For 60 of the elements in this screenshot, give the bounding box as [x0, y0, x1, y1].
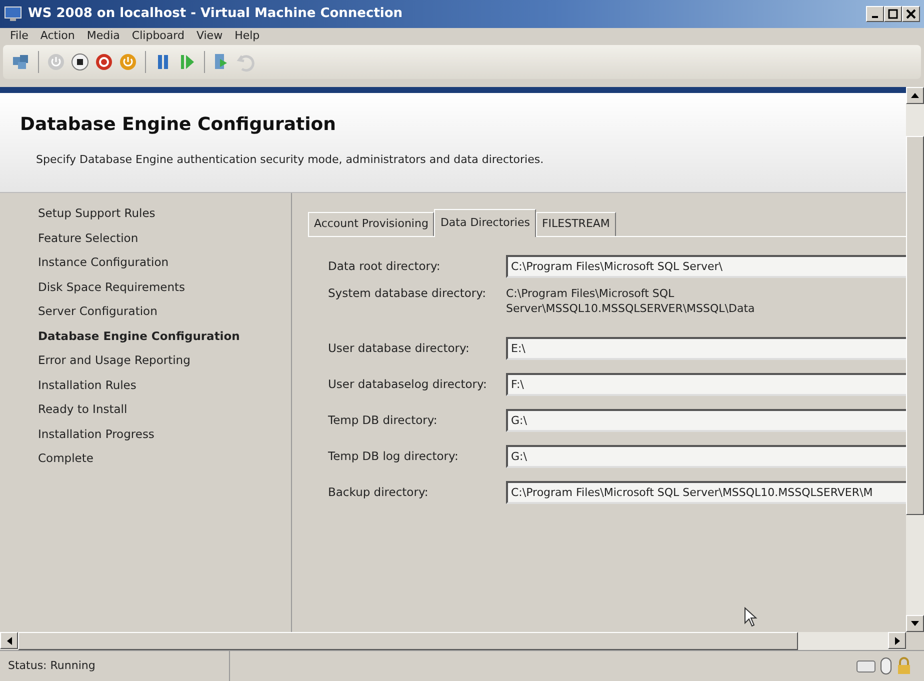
input-field[interactable]: C:\Program Files\Microsoft SQL Server\ — [506, 255, 906, 278]
right-arrow-icon — [894, 636, 900, 644]
step-link[interactable]: Complete — [38, 450, 291, 474]
stop-icon[interactable] — [70, 52, 90, 72]
scroll-down-button[interactable] — [906, 615, 924, 632]
scroll-up-button[interactable] — [906, 87, 924, 104]
step-link[interactable]: Installation Rules — [38, 376, 291, 401]
field-label: System database directory: — [328, 284, 487, 302]
step-link[interactable]: Disk Space Requirements — [38, 278, 291, 303]
vertical-scrollbar[interactable] — [906, 87, 924, 632]
step-link[interactable]: Installation Progress — [38, 426, 291, 450]
cursor-icon — [744, 606, 758, 626]
menu-item[interactable]: Media — [80, 28, 126, 45]
status-text: Status: Running — [0, 651, 230, 681]
close-icon — [906, 9, 916, 19]
field-label: Data root directory: — [328, 258, 442, 275]
tab[interactable]: Account Provisioning — [308, 212, 434, 236]
page-title: Database Engine Configuration — [20, 113, 337, 137]
scroll-right-button[interactable] — [888, 632, 906, 649]
field-label: Backup directory: — [328, 484, 430, 501]
field-label: User databaselog directory: — [328, 376, 488, 393]
menu-item[interactable]: Action — [34, 28, 81, 45]
window-title: WS 2008 on localhost - Virtual Machine Connection — [28, 5, 403, 24]
close-button[interactable] — [902, 6, 920, 22]
tab[interactable]: Data Directories — [434, 209, 536, 236]
left-arrow-icon — [6, 636, 12, 644]
scroll-thumb[interactable] — [906, 136, 924, 515]
step-link[interactable]: Instance Configuration — [38, 254, 291, 278]
menu-item[interactable]: Clipboard — [126, 28, 190, 45]
page-subtitle: Specify Database Engine authentication security mode, administrators and data directories. — [35, 152, 545, 168]
down-arrow-icon — [911, 621, 919, 626]
input-field[interactable]: F:\ — [506, 373, 906, 396]
shutdown-icon[interactable] — [94, 52, 114, 72]
step-link[interactable]: Database Engine Configuration — [38, 328, 291, 352]
mouse-icon — [879, 657, 893, 675]
input-field[interactable]: G:\ — [506, 409, 906, 432]
step-link[interactable]: Feature Selection — [38, 230, 291, 254]
monitor-icon — [4, 6, 22, 22]
step-link[interactable]: Error and Usage Reporting — [38, 352, 291, 376]
field-label: User database directory: — [328, 340, 470, 357]
minimize-button[interactable] — [866, 6, 884, 22]
lock-icon — [896, 657, 912, 675]
step-link[interactable]: Setup Support Rules — [38, 205, 291, 230]
up-arrow-icon — [911, 93, 919, 98]
step-link[interactable]: Ready to Install — [38, 401, 291, 426]
input-field[interactable]: C:\Program Files\Microsoft SQL Server\MSSQL10.MSSQLSERVER\M — [506, 481, 906, 504]
input-field[interactable]: G:\ — [506, 445, 906, 468]
keyboard-icon — [856, 658, 876, 674]
menu-item[interactable]: Help — [228, 28, 266, 45]
maximize-button[interactable] — [884, 6, 902, 22]
field-label: Temp DB directory: — [328, 412, 438, 429]
maximize-icon — [888, 9, 898, 19]
tab[interactable]: FILESTREAM — [536, 212, 616, 236]
step-link[interactable]: Server Configuration — [38, 303, 291, 328]
field-value: C:\Program Files\Microsoft SQL Server\MSSQL10.MSSQLSERVER\MSSQL\Data — [506, 286, 756, 317]
input-field[interactable]: E:\ — [506, 337, 906, 360]
menu-item[interactable]: File — [4, 28, 34, 45]
menu-item[interactable]: View — [190, 28, 229, 45]
field-label: Temp DB log directory: — [328, 448, 460, 465]
scroll-left-button[interactable] — [0, 632, 18, 649]
